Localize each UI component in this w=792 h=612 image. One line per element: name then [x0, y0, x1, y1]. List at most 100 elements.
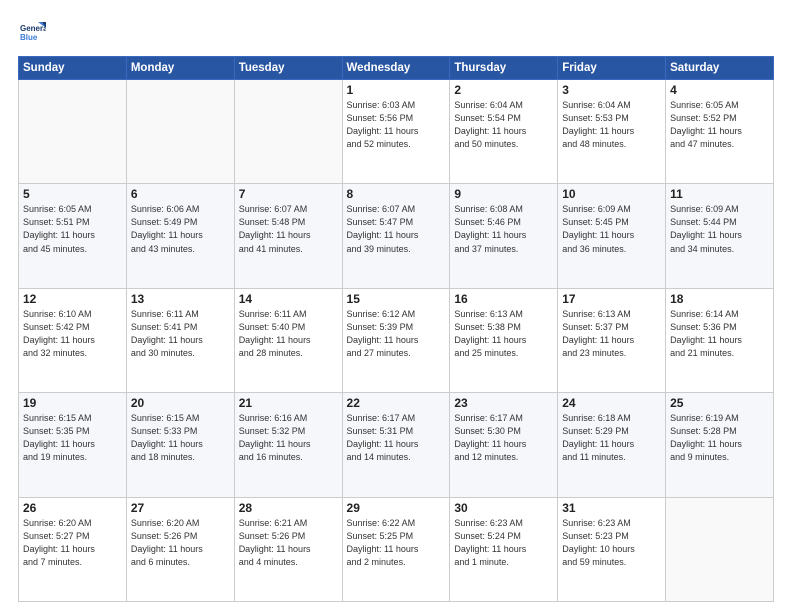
day-number: 23	[454, 396, 553, 410]
calendar-cell: 20Sunrise: 6:15 AM Sunset: 5:33 PM Dayli…	[126, 393, 234, 497]
weekday-header: Friday	[558, 57, 666, 80]
day-number: 11	[670, 187, 769, 201]
day-info: Sunrise: 6:13 AM Sunset: 5:38 PM Dayligh…	[454, 308, 553, 360]
day-info: Sunrise: 6:18 AM Sunset: 5:29 PM Dayligh…	[562, 412, 661, 464]
day-info: Sunrise: 6:19 AM Sunset: 5:28 PM Dayligh…	[670, 412, 769, 464]
day-info: Sunrise: 6:04 AM Sunset: 5:53 PM Dayligh…	[562, 99, 661, 151]
page: General Blue SundayMondayTuesdayWednesda…	[0, 0, 792, 612]
day-number: 25	[670, 396, 769, 410]
calendar-table: SundayMondayTuesdayWednesdayThursdayFrid…	[18, 56, 774, 602]
day-number: 21	[239, 396, 338, 410]
calendar-cell	[126, 80, 234, 184]
calendar-cell: 17 Sunrise: 6:13 AM Sunset: 5:37 PM Dayli…	[558, 288, 666, 392]
calendar-cell	[666, 497, 774, 601]
header: General Blue	[18, 18, 774, 46]
day-number: 26	[23, 501, 122, 515]
day-info: Sunrise: 6:07 AM Sunset: 5:47 PM Dayligh…	[347, 203, 446, 255]
day-info: Sunrise: 6:06 AM Sunset: 5:49 PM Dayligh…	[131, 203, 230, 255]
calendar-cell: 14 Sunrise: 6:11 AM Sunset: 5:40 PM Dayli…	[234, 288, 342, 392]
logo: General Blue	[18, 18, 50, 46]
calendar-cell: 16Sunrise: 6:13 AM Sunset: 5:38 PM Dayli…	[450, 288, 558, 392]
day-number: 7	[239, 187, 338, 201]
day-info: Sunrise: 6:13 AM Sunset: 5:37 PM Dayligh…	[562, 308, 661, 360]
day-info: Sunrise: 6:11 AM Sunset: 5:40 PM Dayligh…	[239, 308, 338, 360]
day-info: Sunrise: 6:15 AM Sunset: 5:33 PM Dayligh…	[131, 412, 230, 464]
day-number: 6	[131, 187, 230, 201]
day-number: 5	[23, 187, 122, 201]
calendar-cell: 23 Sunrise: 6:17 AM Sunset: 5:30 PM Dayli…	[450, 393, 558, 497]
calendar-cell: 21 Sunrise: 6:16 AM Sunset: 5:32 PM Dayli…	[234, 393, 342, 497]
day-number: 12	[23, 292, 122, 306]
weekday-header: Tuesday	[234, 57, 342, 80]
day-number: 2	[454, 83, 553, 97]
day-number: 3	[562, 83, 661, 97]
day-info: Sunrise: 6:20 AM Sunset: 5:27 PM Dayligh…	[23, 517, 122, 569]
day-number: 13	[131, 292, 230, 306]
svg-text:Blue: Blue	[20, 33, 38, 42]
day-number: 8	[347, 187, 446, 201]
calendar-cell: 1 Sunrise: 6:03 AM Sunset: 5:56 PM Daylig…	[342, 80, 450, 184]
day-number: 29	[347, 501, 446, 515]
day-number: 18	[670, 292, 769, 306]
calendar-cell: 22 Sunrise: 6:17 AM Sunset: 5:31 PM Dayli…	[342, 393, 450, 497]
day-number: 4	[670, 83, 769, 97]
logo-icon: General Blue	[18, 18, 46, 46]
weekday-header: Monday	[126, 57, 234, 80]
day-info: Sunrise: 6:22 AM Sunset: 5:25 PM Dayligh…	[347, 517, 446, 569]
day-info: Sunrise: 6:03 AM Sunset: 5:56 PM Dayligh…	[347, 99, 446, 151]
day-number: 17	[562, 292, 661, 306]
day-info: Sunrise: 6:12 AM Sunset: 5:39 PM Dayligh…	[347, 308, 446, 360]
calendar-cell: 24 Sunrise: 6:18 AM Sunset: 5:29 PM Dayli…	[558, 393, 666, 497]
day-info: Sunrise: 6:05 AM Sunset: 5:52 PM Dayligh…	[670, 99, 769, 151]
calendar-cell: 29 Sunrise: 6:22 AM Sunset: 5:25 PM Dayli…	[342, 497, 450, 601]
day-number: 19	[23, 396, 122, 410]
calendar-cell: 6 Sunrise: 6:06 AM Sunset: 5:49 PM Daylig…	[126, 184, 234, 288]
day-number: 24	[562, 396, 661, 410]
calendar-cell	[19, 80, 127, 184]
day-number: 28	[239, 501, 338, 515]
day-info: Sunrise: 6:17 AM Sunset: 5:30 PM Dayligh…	[454, 412, 553, 464]
day-info: Sunrise: 6:23 AM Sunset: 5:24 PM Dayligh…	[454, 517, 553, 569]
day-number: 15	[347, 292, 446, 306]
calendar-cell: 5 Sunrise: 6:05 AM Sunset: 5:51 PM Daylig…	[19, 184, 127, 288]
calendar-cell: 4 Sunrise: 6:05 AM Sunset: 5:52 PM Daylig…	[666, 80, 774, 184]
day-info: Sunrise: 6:16 AM Sunset: 5:32 PM Dayligh…	[239, 412, 338, 464]
day-number: 1	[347, 83, 446, 97]
day-number: 30	[454, 501, 553, 515]
calendar-cell: 7 Sunrise: 6:07 AM Sunset: 5:48 PM Daylig…	[234, 184, 342, 288]
day-info: Sunrise: 6:04 AM Sunset: 5:54 PM Dayligh…	[454, 99, 553, 151]
day-info: Sunrise: 6:11 AM Sunset: 5:41 PM Dayligh…	[131, 308, 230, 360]
day-number: 22	[347, 396, 446, 410]
day-info: Sunrise: 6:05 AM Sunset: 5:51 PM Dayligh…	[23, 203, 122, 255]
calendar-cell: 26 Sunrise: 6:20 AM Sunset: 5:27 PM Dayli…	[19, 497, 127, 601]
day-info: Sunrise: 6:17 AM Sunset: 5:31 PM Dayligh…	[347, 412, 446, 464]
calendar-cell: 13 Sunrise: 6:11 AM Sunset: 5:41 PM Dayli…	[126, 288, 234, 392]
day-info: Sunrise: 6:09 AM Sunset: 5:44 PM Dayligh…	[670, 203, 769, 255]
day-number: 27	[131, 501, 230, 515]
calendar-cell: 18 Sunrise: 6:14 AM Sunset: 5:36 PM Dayli…	[666, 288, 774, 392]
day-info: Sunrise: 6:21 AM Sunset: 5:26 PM Dayligh…	[239, 517, 338, 569]
calendar-cell: 30 Sunrise: 6:23 AM Sunset: 5:24 PM Dayli…	[450, 497, 558, 601]
calendar-cell	[234, 80, 342, 184]
day-info: Sunrise: 6:15 AM Sunset: 5:35 PM Dayligh…	[23, 412, 122, 464]
weekday-header: Saturday	[666, 57, 774, 80]
weekday-header: Wednesday	[342, 57, 450, 80]
calendar-cell: 11 Sunrise: 6:09 AM Sunset: 5:44 PM Dayli…	[666, 184, 774, 288]
calendar-cell: 9 Sunrise: 6:08 AM Sunset: 5:46 PM Daylig…	[450, 184, 558, 288]
day-number: 9	[454, 187, 553, 201]
calendar-cell: 8 Sunrise: 6:07 AM Sunset: 5:47 PM Daylig…	[342, 184, 450, 288]
calendar-cell: 27Sunrise: 6:20 AM Sunset: 5:26 PM Dayli…	[126, 497, 234, 601]
calendar-cell: 28 Sunrise: 6:21 AM Sunset: 5:26 PM Dayli…	[234, 497, 342, 601]
calendar-cell: 19 Sunrise: 6:15 AM Sunset: 5:35 PM Dayli…	[19, 393, 127, 497]
day-info: Sunrise: 6:08 AM Sunset: 5:46 PM Dayligh…	[454, 203, 553, 255]
calendar-cell: 25 Sunrise: 6:19 AM Sunset: 5:28 PM Dayli…	[666, 393, 774, 497]
calendar-cell: 2 Sunrise: 6:04 AM Sunset: 5:54 PM Daylig…	[450, 80, 558, 184]
day-info: Sunrise: 6:14 AM Sunset: 5:36 PM Dayligh…	[670, 308, 769, 360]
day-number: 31	[562, 501, 661, 515]
day-info: Sunrise: 6:23 AM Sunset: 5:23 PM Dayligh…	[562, 517, 661, 569]
calendar-cell: 15 Sunrise: 6:12 AM Sunset: 5:39 PM Dayli…	[342, 288, 450, 392]
calendar-cell: 3 Sunrise: 6:04 AM Sunset: 5:53 PM Daylig…	[558, 80, 666, 184]
day-info: Sunrise: 6:10 AM Sunset: 5:42 PM Dayligh…	[23, 308, 122, 360]
day-number: 14	[239, 292, 338, 306]
day-info: Sunrise: 6:07 AM Sunset: 5:48 PM Dayligh…	[239, 203, 338, 255]
